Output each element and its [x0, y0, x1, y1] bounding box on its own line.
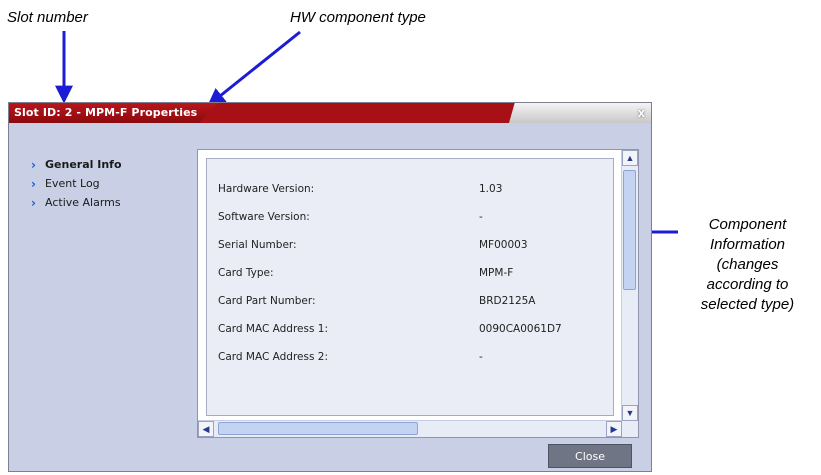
- info-label: Card Type:: [218, 267, 274, 279]
- info-label: Serial Number:: [218, 239, 297, 251]
- chevron-right-icon: ›: [31, 195, 36, 210]
- info-value: MPM-F: [479, 267, 514, 279]
- horizontal-scroll-thumb[interactable]: [218, 422, 418, 435]
- info-list: Hardware Version: 1.03 Software Version:…: [206, 158, 614, 416]
- properties-window: Slot ID: 2 - MPM-F Properties x › Genera…: [8, 102, 652, 472]
- nav-item-label: Active Alarms: [45, 196, 121, 209]
- chevron-right-icon: ›: [31, 176, 36, 191]
- close-button[interactable]: Close: [548, 444, 632, 468]
- annotation-line: Component: [708, 216, 787, 233]
- annotation-line: (changes: [716, 256, 779, 273]
- title-right-area: [509, 103, 651, 123]
- nav-item-general-info[interactable]: › General Info: [31, 155, 122, 174]
- annotation-line: Information: [709, 236, 786, 253]
- close-icon[interactable]: x: [638, 105, 645, 120]
- slot-number-annotation: Slot number: [7, 9, 88, 26]
- info-value: -: [479, 211, 483, 223]
- info-value: -: [479, 351, 483, 363]
- info-value: 0090CA0061D7: [479, 323, 562, 335]
- scroll-right-icon[interactable]: ▶: [606, 421, 622, 437]
- info-value: 1.03: [479, 183, 503, 195]
- annotation-line: according to: [706, 276, 789, 293]
- annotation-line: selected type): [700, 296, 795, 313]
- info-label: Software Version:: [218, 211, 310, 223]
- vertical-scrollbar[interactable]: ▲ ▼: [621, 150, 638, 421]
- title-tab: [199, 103, 519, 123]
- info-panel: Hardware Version: 1.03 Software Version:…: [197, 149, 639, 438]
- component-info-annotation: Component Information (changes according…: [680, 215, 815, 315]
- scroll-up-icon[interactable]: ▲: [622, 150, 638, 166]
- info-label: Card MAC Address 2:: [218, 351, 328, 363]
- scroll-corner: [622, 421, 638, 437]
- title-bar: Slot ID: 2 - MPM-F Properties x: [9, 103, 651, 123]
- vertical-scroll-thumb[interactable]: [623, 170, 636, 290]
- info-value: MF00003: [479, 239, 528, 251]
- info-label: Card MAC Address 1:: [218, 323, 328, 335]
- nav-item-event-log[interactable]: › Event Log: [31, 174, 122, 193]
- scroll-down-icon[interactable]: ▼: [622, 405, 638, 421]
- info-label: Hardware Version:: [218, 183, 315, 195]
- horizontal-scrollbar[interactable]: ◀ ▶: [198, 420, 622, 437]
- window-title: Slot ID: 2 - MPM-F Properties: [14, 106, 198, 119]
- nav-item-label: Event Log: [45, 177, 100, 190]
- scroll-left-icon[interactable]: ◀: [198, 421, 214, 437]
- info-label: Card Part Number:: [218, 295, 316, 307]
- side-nav: › General Info › Event Log › Active Alar…: [31, 155, 122, 212]
- hw-arrow: [207, 30, 301, 107]
- nav-item-active-alarms[interactable]: › Active Alarms: [31, 193, 122, 212]
- chevron-right-icon: ›: [31, 157, 36, 172]
- nav-item-label: General Info: [45, 158, 122, 171]
- hw-component-annotation: HW component type: [290, 9, 426, 26]
- info-value: BRD2125A: [479, 295, 536, 307]
